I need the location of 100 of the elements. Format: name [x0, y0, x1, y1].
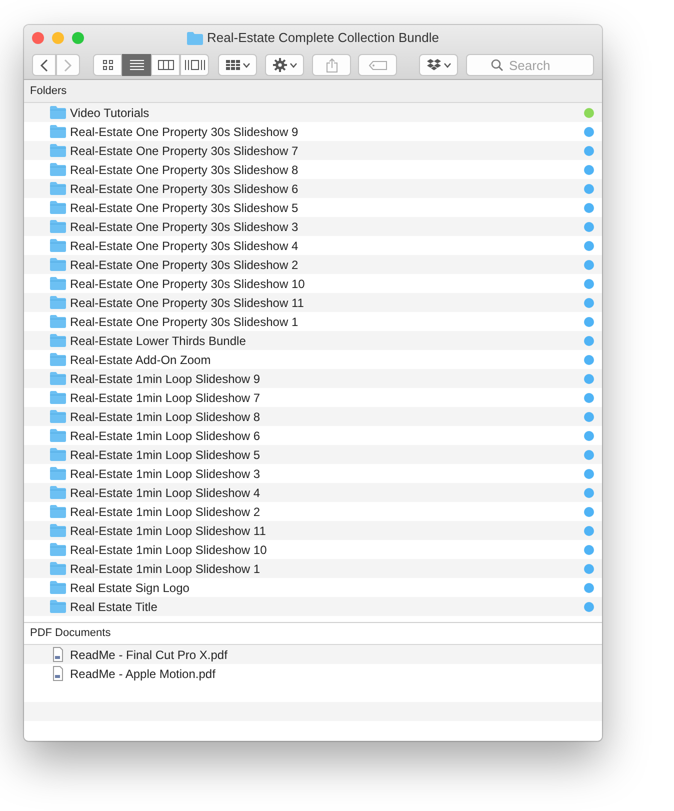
folder-icon [187, 32, 204, 44]
folder-icon [50, 220, 66, 233]
folder-row[interactable]: Real-Estate One Property 30s Slideshow 3 [24, 217, 602, 236]
file-name: Real-Estate 1min Loop Slideshow 6 [70, 428, 262, 444]
folder-icon [50, 372, 66, 385]
folder-icon [50, 201, 66, 214]
folder-icon [50, 315, 66, 328]
folder-icon [50, 144, 66, 157]
file-name: Real-Estate One Property 30s Slideshow 5 [70, 200, 300, 216]
folder-icon [50, 600, 66, 613]
file-name: Real-Estate One Property 30s Slideshow 8 [70, 162, 300, 178]
folder-row[interactable]: Real-Estate 1min Loop Slideshow 11 [24, 521, 602, 540]
dropbox-icon [426, 59, 440, 71]
folder-icon [50, 277, 66, 290]
folder-row[interactable]: Video Tutorials [24, 103, 602, 122]
folder-row[interactable]: Real-Estate 1min Loop Slideshow 1 [24, 559, 602, 578]
folder-icon [50, 258, 66, 271]
view-mode-button[interactable] [93, 54, 122, 76]
folder-row[interactable]: Real-Estate 1min Loop Slideshow 10 [24, 540, 602, 559]
folder-row[interactable]: Real-Estate One Property 30s Slideshow 9 [24, 122, 602, 141]
file-name: Real-Estate One Property 30s Slideshow 3 [70, 218, 300, 236]
file-name: Real-Estate Add-On Zoom [70, 352, 212, 368]
gallery-view-icon [184, 60, 204, 70]
folder-row[interactable]: Real-Estate 1min Loop Slideshow 6 [24, 426, 602, 445]
grid-icon [226, 60, 240, 70]
folder-row[interactable]: Real-Estate One Property 30s Slideshow 4 [24, 236, 602, 255]
folder-row[interactable]: Real-Estate One Property 30s Slideshow 11 [24, 293, 602, 312]
view-mode-button[interactable] [122, 54, 151, 76]
folder-row[interactable]: Real-Estate 1min Loop Slideshow 7 [24, 388, 602, 407]
folder-row[interactable]: Real-Estate One Property 30s Slideshow 8 [24, 160, 602, 179]
file-name: Real-Estate One Property 30s Slideshow 7 [70, 142, 300, 160]
file-name: Real-Estate 1min Loop Slideshow 5 [70, 446, 262, 464]
folder-icon [50, 106, 66, 119]
back-button[interactable] [32, 54, 56, 76]
file-name: Real-Estate One Property 30s Slideshow 4 [70, 238, 300, 254]
group-button[interactable] [218, 54, 257, 76]
file-name: Real-Estate 1min Loop Slideshow 10 [70, 542, 268, 558]
folder-icon [50, 334, 66, 347]
file-name: Real Estate Title [70, 598, 158, 616]
folder-row[interactable]: Real-Estate 1min Loop Slideshow 4 [24, 483, 602, 502]
folder-icon [50, 182, 66, 195]
folder-icon [50, 581, 66, 594]
dropbox-button[interactable] [419, 54, 458, 76]
folder-row[interactable]: Real-Estate Add-On Zoom [24, 350, 602, 369]
folder-icon [50, 410, 66, 423]
folder-row[interactable]: Real-Estate 1min Loop Slideshow 3 [24, 464, 602, 483]
file-name: Real-Estate One Property 30s Slideshow 1 [70, 314, 300, 330]
view-mode-button[interactable] [151, 54, 180, 76]
action-button[interactable] [265, 54, 304, 76]
file-name: Real Estate Sign Logo [70, 580, 190, 596]
folder-icon [50, 448, 66, 461]
window-title: Real-Estate Complete Collection Bundle [207, 29, 439, 48]
folder-row[interactable]: Real-Estate 1min Loop Slideshow 8 [24, 407, 602, 426]
group-header: PDF Documents [30, 626, 111, 642]
file-name: Real-Estate 1min Loop Slideshow 2 [70, 504, 262, 520]
folder-row[interactable]: Real-Estate Lower Thirds Bundle [24, 331, 602, 350]
view-mode-button[interactable] [180, 54, 209, 76]
folder-row[interactable]: Real-Estate One Property 30s Slideshow 7 [24, 141, 602, 160]
pdf-file-icon [50, 647, 66, 662]
folder-row[interactable]: Real-Estate One Property 30s Slideshow 6 [24, 179, 602, 198]
folder-icon [50, 562, 66, 575]
settings-icon [272, 58, 286, 72]
file-name: Real-Estate One Property 30s Slideshow 2 [70, 256, 300, 274]
search-icon [491, 59, 503, 71]
folder-icon [50, 524, 66, 537]
file-name: ReadMe - Final Cut Pro X.pdf [70, 646, 228, 664]
list-view-icon [130, 60, 144, 70]
folder-row[interactable]: Real-Estate One Property 30s Slideshow 2 [24, 255, 602, 274]
file-name: Real-Estate One Property 30s Slideshow 11 [70, 294, 305, 312]
folder-icon [50, 125, 66, 138]
pdf-file-icon [50, 666, 66, 681]
file-row[interactable]: ReadMe - Apple Motion.pdf [24, 664, 602, 683]
folder-icon [50, 429, 66, 442]
folder-row[interactable]: Real-Estate One Property 30s Slideshow 1 [24, 312, 602, 331]
file-name: Real-Estate 1min Loop Slideshow 4 [70, 484, 262, 502]
folder-icon [50, 543, 66, 556]
file-name: Real-Estate 1min Loop Slideshow 11 [70, 522, 267, 540]
folder-row[interactable]: Real-Estate 1min Loop Slideshow 2 [24, 502, 602, 521]
share-icon [326, 58, 338, 72]
file-name: Real-Estate 1min Loop Slideshow 8 [70, 408, 262, 426]
folder-row[interactable]: Real Estate Title [24, 597, 602, 616]
group-header: Folders [30, 84, 67, 99]
file-name: Real-Estate One Property 30s Slideshow 6 [70, 180, 300, 198]
folder-row[interactable]: Real-Estate One Property 30s Slideshow 5 [24, 198, 602, 217]
folder-icon [50, 239, 66, 252]
file-name: Real-Estate 1min Loop Slideshow 1 [70, 560, 262, 578]
folder-row[interactable]: Real-Estate 1min Loop Slideshow 9 [24, 369, 602, 388]
search-field[interactable]: Search [466, 54, 594, 76]
file-name: Real-Estate Lower Thirds Bundle [70, 332, 247, 350]
file-name: Real-Estate 1min Loop Slideshow 9 [70, 370, 262, 388]
file-name: Real-Estate One Property 30s Slideshow 9 [70, 124, 300, 140]
folder-row[interactable]: Real Estate Sign Logo [24, 578, 602, 597]
file-row[interactable]: ReadMe - Final Cut Pro X.pdf [24, 645, 602, 664]
close-button[interactable] [32, 32, 44, 44]
chevron-right-icon [64, 58, 72, 72]
chevron-left-icon [40, 58, 48, 72]
file-name: Video Tutorials [70, 104, 150, 122]
folder-row[interactable]: Real-Estate 1min Loop Slideshow 5 [24, 445, 602, 464]
caret-icon [444, 62, 450, 68]
folder-row[interactable]: Real-Estate One Property 30s Slideshow 10 [24, 274, 602, 293]
